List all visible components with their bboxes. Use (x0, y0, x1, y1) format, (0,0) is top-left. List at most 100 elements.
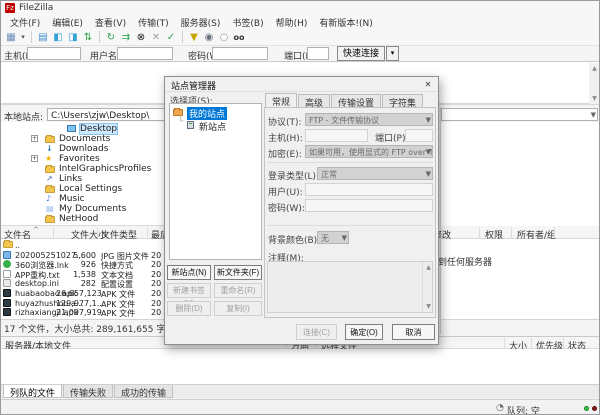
download-arrow-icon: ↓ (46, 144, 53, 153)
chevron-down-icon: ▼ (341, 234, 347, 242)
connect-button: 连接(C) (296, 324, 337, 340)
scroll-down-icon: ▼ (426, 303, 431, 310)
site-manager-icon[interactable]: ▦ (4, 31, 18, 44)
remote-path-combo[interactable]: ▼ (441, 108, 598, 121)
toggle-queue-icon[interactable]: ⇅ (81, 31, 95, 44)
logon-type-value: 正常 (321, 170, 337, 179)
close-icon[interactable]: ✕ (422, 79, 434, 90)
site-tree: 我的站点 └ 新站点 (169, 103, 262, 260)
menu-new-version[interactable]: 有新版本!(N) (314, 15, 377, 30)
scroll-up-icon: ▲ (426, 264, 431, 271)
dlg-password-input (305, 199, 433, 212)
my-sites-label: 我的站点 (187, 107, 228, 120)
quickconnect-button[interactable]: 快速连接(Q) (337, 46, 385, 71)
apk-file-icon (3, 299, 11, 307)
menu-bookmarks[interactable]: 书签(B) (227, 15, 268, 30)
tab-charset[interactable]: 字符集 (382, 94, 424, 109)
apk-file-icon (3, 308, 11, 316)
toggle-local-tree-icon[interactable]: ◧ (51, 31, 65, 44)
find-icon[interactable]: oo (232, 31, 246, 44)
new-site-button[interactable]: 新站点(N) (167, 265, 211, 280)
refresh-icon[interactable]: ↻ (104, 31, 118, 44)
title-bar: Fz FileZilla (1, 1, 599, 15)
sync-browsing-icon[interactable]: ○ (217, 31, 231, 44)
menu-help[interactable]: 帮助(H) (271, 15, 313, 30)
menu-file[interactable]: 文件(F) (5, 15, 45, 30)
menu-transfer[interactable]: 传输(T) (133, 15, 174, 30)
dialog-title: 站点管理器 (171, 82, 217, 92)
folder-icon (45, 135, 55, 143)
dlg-user-input (305, 183, 433, 196)
tree-line: └ (178, 117, 184, 127)
menu-edit[interactable]: 编辑(E) (47, 15, 88, 30)
rename-button: 重命名(R) (214, 283, 262, 298)
quickconnect-dropdown[interactable]: ▾ (386, 46, 399, 61)
logon-type-label: 登录类型(L): (268, 172, 320, 182)
folder-icon (3, 240, 13, 248)
process-queue-icon[interactable]: ⇉ (119, 31, 133, 44)
chevron-down-icon: ▼ (425, 170, 431, 178)
disconnect-icon[interactable]: ✕ (149, 31, 163, 44)
desktop-icon (67, 125, 76, 132)
host-input[interactable] (27, 47, 81, 60)
scroll-down-icon[interactable]: ▼ (589, 93, 599, 104)
toggle-remote-tree-icon[interactable]: ◨ (66, 31, 80, 44)
tab-general[interactable]: 常规 (265, 93, 298, 108)
local-path-value: C:\Users\zjw\Desktop\ (51, 111, 150, 121)
quickconnect-bar: 主机(H): 用户名(U): 密码(W): 端口(P): 快速连接(Q) ▾ (1, 46, 599, 71)
tree-item-new-site[interactable]: └ 新站点 (170, 117, 261, 133)
queue-clock-icon: ◔ (496, 403, 504, 413)
chevron-down-icon: ▼ (425, 148, 431, 156)
reconnect-icon[interactable]: ✓ (164, 31, 178, 44)
tree-item-my-sites[interactable]: 我的站点 (170, 107, 261, 120)
shortcut-file-icon (3, 260, 11, 268)
filter-icon[interactable]: ▼ (187, 31, 201, 44)
scroll-up-icon[interactable]: ▲ (589, 63, 599, 74)
document-icon: ▤ (46, 204, 54, 213)
queue-list (1, 349, 599, 384)
new-folder-button[interactable]: 新文件夹(F) (214, 265, 262, 280)
log-scrollbar[interactable]: ▲ ▼ (589, 63, 599, 104)
tab-advanced[interactable]: 高级 (298, 94, 331, 109)
compare-icon[interactable]: ◉ (202, 31, 216, 44)
remote-file-list: 未连接到任何服务器 (411, 239, 599, 319)
chevron-down-icon[interactable]: ▼ (591, 111, 596, 119)
menu-server[interactable]: 服务器(S) (176, 15, 226, 30)
window-title: FileZilla (19, 3, 54, 13)
site-manager-dialog: 站点管理器 ✕ 选择项(S): 我的站点 └ 新站点 新站点(N) 新文件夹(F… (164, 76, 439, 345)
image-file-icon (3, 251, 11, 259)
encryption-label: 加密(E): (268, 150, 302, 160)
menu-bar: 文件(F) 编辑(E) 查看(V) 传输(T) 服务器(S) 书签(B) 帮助(… (1, 15, 599, 30)
menu-view[interactable]: 查看(V) (90, 15, 131, 30)
expand-icon[interactable]: + (31, 155, 38, 162)
port-input[interactable] (307, 47, 329, 60)
tab-queued-files[interactable]: 列队的文件 (3, 385, 63, 399)
star-icon: ★ (45, 154, 53, 163)
tab-failed-transfers[interactable]: 传输失败 (63, 385, 114, 399)
ok-button[interactable]: 确定(O) (345, 324, 383, 340)
toggle-log-icon[interactable]: ▤ (36, 31, 50, 44)
filezilla-window: Fz FileZilla 文件(F) 编辑(E) 查看(V) 传输(T) 服务器… (0, 0, 600, 415)
folder-icon (45, 165, 55, 173)
remote-list-header: 最后修改 权限 所有者/组 (415, 226, 599, 241)
cancel-icon[interactable]: ⊗ (134, 31, 148, 44)
encryption-value: 如果可用，使用显式的 FTP over TLS (309, 148, 433, 157)
dlg-password-label: 密码(W): (268, 204, 305, 214)
dialog-title-bar: 站点管理器 ✕ (165, 77, 438, 92)
cancel-button[interactable]: 取消 (392, 324, 435, 340)
username-input[interactable] (117, 47, 173, 60)
shortcut-icon: ↗ (46, 174, 53, 183)
dlg-host-input (305, 129, 368, 142)
protocol-combo: FTP - 文件传输协议 ▼ (305, 113, 433, 126)
folder-icon (45, 215, 55, 223)
tab-successful-transfers[interactable]: 成功的传输 (114, 385, 174, 399)
apk-file-icon (3, 289, 11, 297)
queue-tabs: 列队的文件 传输失败 成功的传输 (1, 384, 599, 399)
new-bookmark-button: 新建书签(M) (167, 283, 211, 308)
tab-transfer-settings[interactable]: 传输设置 (331, 94, 382, 109)
site-manager-dropdown-icon[interactable]: ▾ (19, 31, 27, 44)
chevron-down-icon: ▼ (425, 116, 431, 124)
password-input[interactable] (212, 47, 268, 60)
expand-icon[interactable]: + (31, 135, 38, 142)
bgcolor-value: 无 (321, 234, 329, 243)
